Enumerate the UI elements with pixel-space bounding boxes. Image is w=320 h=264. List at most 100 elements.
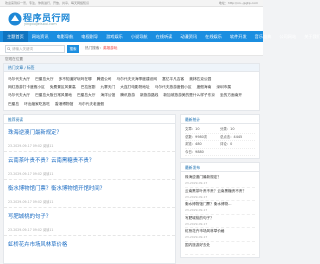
nav-item[interactable]: 电影导航 bbox=[53, 31, 78, 42]
tag-link[interactable]: 马尔代夫老度假 bbox=[78, 102, 104, 106]
article-title-link[interactable]: 虹桥花卉市场风林草价格 bbox=[8, 240, 171, 248]
new-post-link[interactable]: 写肥城桃的句子？ bbox=[185, 215, 255, 222]
article-list-title: 推荐阅读 bbox=[4, 115, 175, 124]
new-post-item: 珠海逆澳门最新规定？ 23-2029-09-17 bbox=[185, 174, 255, 188]
new-post-link[interactable]: 云南黑茶叶贵不贵？云南黑糖贵不贵？ bbox=[185, 188, 255, 195]
site-logo[interactable]: 程序员行网 yingcogeisoui.com bbox=[8, 11, 78, 28]
tag-link[interactable]: 新加坡旅游美的是什么样子东京 bbox=[163, 93, 215, 97]
tag-link[interactable]: 马尔代夫大厅 bbox=[8, 77, 30, 81]
tag-link[interactable]: 深圳市属 bbox=[216, 85, 231, 89]
tag-link[interactable]: 奥林匹克公园 bbox=[189, 77, 211, 81]
new-post-link[interactable]: 珠海逆澳门最新规定？ bbox=[185, 174, 255, 181]
top-info-bar: 欢迎来到好一景，专注，你我进行，开放，共享，每天网络知识 地址：http://x… bbox=[0, 0, 263, 7]
nav-item[interactable]: 主题首页 bbox=[3, 31, 28, 42]
nav-item[interactable]: 关于我们 bbox=[300, 31, 320, 42]
tag-panel-title: 热门文章 / 标签 bbox=[4, 64, 259, 72]
tag-link[interactable]: 富亿平凡吉客 bbox=[162, 77, 184, 81]
tag-link[interactable]: 巴厘岛大厅 bbox=[35, 77, 53, 81]
search-bar: 请输入关键词 搜索 热门搜索：英雄游玩 bbox=[0, 42, 263, 56]
site-header: 程序员行网 yingcogeisoui.com bbox=[0, 7, 263, 31]
welcome-text: 欢迎来到好一景，专注，你我进行，开放，共享，每天网络知识 bbox=[5, 1, 90, 5]
new-post-date: 23-2029-09-17 bbox=[185, 221, 208, 226]
stats-row: 今日：9880 bbox=[185, 149, 255, 156]
article-meta: 23-2029-09-17 09:02 阅读11 bbox=[8, 228, 54, 232]
article-meta: 23-2029-09-17 09:02 阅读11 bbox=[8, 200, 54, 204]
new-post-item: 国内旅游好去处 bbox=[185, 242, 255, 255]
article-meta: 23-2029-09-17 09:02 阅读11 bbox=[8, 144, 54, 148]
tag-link[interactable]: 坐的方面南开 bbox=[220, 93, 242, 97]
tag-link[interactable]: 马尔代夫大厅 bbox=[8, 93, 30, 97]
nav-item[interactable]: 网站资讯 bbox=[28, 31, 53, 42]
tag-link[interactable]: 腾退公司 bbox=[97, 77, 112, 81]
stats-value: 文章：10 bbox=[185, 127, 200, 131]
search-input[interactable]: 请输入关键词 bbox=[5, 45, 65, 53]
logo-domain: yingcogeisoui.com bbox=[24, 22, 57, 26]
stats-row: 浏览：480 评论：0 bbox=[185, 141, 255, 149]
tag-link[interactable]: 香港博物馆 bbox=[55, 102, 73, 106]
new-post-date: 23-2029-09-17 bbox=[185, 194, 208, 199]
new-post-link[interactable]: 虹桥花卉市场风林草价格 bbox=[185, 228, 255, 235]
stats-value: 评论：0 bbox=[220, 142, 233, 146]
article-item: 云南茶叶贵不贵？云南黑糖贵不贵？ 23-2029-09-17 09:02 阅读11 bbox=[4, 152, 175, 180]
article-title-link[interactable]: 珠海逆澳门最新规定？ bbox=[8, 128, 171, 136]
tag-link[interactable]: 度假海南 bbox=[197, 85, 212, 89]
nav-item[interactable]: 音乐盛典 bbox=[251, 31, 276, 42]
tag-link[interactable]: 免费景区风景高 bbox=[50, 85, 76, 89]
nav-item[interactable]: 软件开发 bbox=[226, 31, 251, 42]
stats-row: 文章：10 分类：10 bbox=[185, 126, 255, 134]
stats-value: 总点击：4445 bbox=[220, 134, 243, 139]
tag-link[interactable]: 九寨天门 bbox=[100, 85, 115, 89]
new-post-link[interactable]: 国内旅游好去处 bbox=[185, 242, 255, 249]
nav-item[interactable]: 在线听读 bbox=[152, 31, 177, 42]
nav-item[interactable]: 游戏娱乐 bbox=[102, 31, 127, 42]
tag-link[interactable]: 多不知道好玩吗在哪 bbox=[59, 77, 92, 81]
tag-link[interactable]: 网红旅游打卡度假小区 bbox=[8, 85, 45, 89]
search-placeholder: 请输入关键词 bbox=[12, 47, 33, 51]
stats-row: 总数：9980次 总点击：4445 bbox=[185, 134, 255, 141]
tag-link[interactable]: 环出缩家吃放吃 bbox=[24, 102, 50, 106]
search-icon bbox=[7, 47, 11, 51]
site-address: 地址：http://xn--jpgtp.com bbox=[218, 1, 258, 5]
new-post-date: 23-2029-09-17 bbox=[185, 235, 208, 239]
breadcrumb: 您现在位置 bbox=[5, 57, 23, 61]
tag-link[interactable]: 巴拉宫剧 bbox=[81, 85, 96, 89]
new-post-link[interactable]: 衡水博物馆门票？衡水博物... bbox=[185, 201, 255, 208]
article-title-link[interactable]: 写肥城桃的句子？ bbox=[8, 212, 171, 220]
search-button[interactable]: 搜索 bbox=[67, 45, 79, 53]
stats-value: 今日：9880 bbox=[185, 149, 204, 154]
new-post-item: 云南黑茶叶贵不贵？云南黑糖贵不贵？ 23-2029-09-17 bbox=[185, 188, 255, 201]
tag-link[interactable]: 巴厘岛 bbox=[8, 102, 19, 106]
logo-icon bbox=[8, 12, 22, 26]
tag-link[interactable]: 巴厘岛大阪日常风景地 bbox=[35, 93, 72, 97]
stats-box: 最新统计 文章：10 分类：10 总数：9980次 总点击：4445 浏览：480 评论：… bbox=[180, 114, 260, 159]
nav-item[interactable]: 电视剧导 bbox=[77, 31, 102, 42]
hot-search-link[interactable]: 英雄游玩 bbox=[103, 46, 117, 50]
tag-link[interactable]: 大连打电影院地址 bbox=[120, 85, 150, 89]
new-posts-title: 最新发布 bbox=[181, 163, 259, 172]
tag-panel: 热门文章 / 标签 马尔代夫大厅 巴厘岛大厅 多不知道好玩吗在哪 腾退公司 马尔代夫天海… bbox=[3, 63, 260, 111]
article-title-link[interactable]: 云南茶叶贵不贵？云南黑糖贵不贵？ bbox=[8, 156, 171, 164]
nav-item[interactable]: 公司网站 bbox=[275, 31, 300, 42]
tag-link[interactable]: 海洋公馆 bbox=[100, 93, 115, 97]
new-posts-box: 最新发布 珠海逆澳门最新规定？ 23-2029-09-17 云南黑茶叶贵不贵？云南黑… bbox=[180, 162, 260, 258]
article-item: 虹桥花卉市场风林草价格 bbox=[4, 236, 175, 263]
nav-item[interactable]: 在线娱乐 bbox=[201, 31, 226, 42]
tag-link[interactable]: 新旅游路线 bbox=[140, 93, 158, 97]
tag-link[interactable]: 巴厘岛大厅 bbox=[77, 93, 95, 97]
nav-item[interactable]: 动漫资讯 bbox=[176, 31, 201, 42]
article-item: 写肥城桃的句子？ 23-2029-09-17 09:02 阅读11 bbox=[4, 208, 175, 236]
new-post-date: 23-2029-09-17 bbox=[185, 181, 208, 185]
article-title-link[interactable]: 衡水博物馆门票？衡水博物馆开馆时间？ bbox=[8, 184, 171, 192]
main-nav: 主题首页 网站资讯 电影导航 电视剧导 游戏娱乐 小说导航 在线听读 动漫资讯 在线娱乐 软件开发… bbox=[0, 31, 320, 42]
sidebar: 最新统计 文章：10 分类：10 总数：9980次 总点击：4445 浏览：480 评论：… bbox=[180, 114, 260, 264]
new-post-item: 写肥城桃的句子？ 23-2029-09-17 bbox=[185, 215, 255, 228]
article-item: 珠海逆澳门最新规定？ 23-2029-09-17 09:02 阅读11 bbox=[4, 124, 175, 152]
nav-item[interactable]: 小说导航 bbox=[127, 31, 152, 42]
tag-link[interactable]: 腾讯旅游 bbox=[120, 93, 135, 97]
new-post-date: 23-2029-09-17 bbox=[185, 208, 208, 212]
stats-value: 总数：9980次 bbox=[185, 134, 208, 139]
tag-link[interactable]: 马尔代夫天海季度建设网 bbox=[117, 77, 158, 81]
tag-link[interactable]: 马尔代夫旅游度假小区 bbox=[155, 85, 192, 89]
hot-search-label: 热门搜索： bbox=[85, 46, 103, 50]
article-item: 衡水博物馆门票？衡水博物馆开馆时间？ 23-2029-09-17 09:02 阅读… bbox=[4, 180, 175, 208]
